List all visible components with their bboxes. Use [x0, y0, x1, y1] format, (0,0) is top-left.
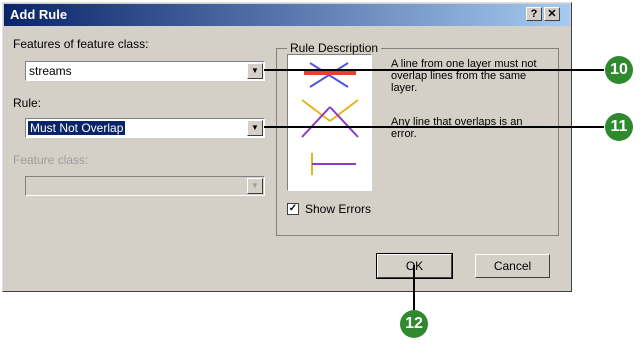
show-errors-label[interactable]: Show Errors [305, 202, 371, 216]
rule-preview-image [287, 54, 372, 191]
callout-12-badge: 12 [400, 310, 428, 338]
callout-10-badge: 10 [605, 56, 633, 84]
feature-class-dropdown[interactable]: streams ▼ [25, 61, 265, 81]
target-feature-class-label: Feature class: [13, 153, 89, 167]
title-bar[interactable]: Add Rule ? ✕ [4, 4, 570, 26]
rule-dropdown[interactable]: Must Not Overlap ▼ [25, 118, 265, 138]
description-text-1: A line from one layer must not overlap l… [391, 58, 537, 94]
close-button[interactable]: ✕ [544, 7, 560, 21]
feature-class-value: streams [29, 64, 72, 78]
callout-10-line [264, 69, 604, 71]
chevron-down-icon: ▼ [247, 178, 263, 194]
feature-class-label: Features of feature class: [13, 37, 149, 51]
description-text-2: Any line that overlaps is an error. [391, 116, 523, 140]
rule-label: Rule: [13, 96, 42, 110]
show-errors-checkbox[interactable]: ✓ [287, 203, 299, 215]
help-button[interactable]: ? [526, 7, 542, 21]
callout-11-badge: 11 [605, 113, 633, 141]
chevron-down-icon[interactable]: ▼ [247, 63, 263, 79]
rule-value: Must Not Overlap [28, 121, 126, 135]
target-feature-class-dropdown[interactable]: ▼ [25, 176, 265, 196]
callout-11-line [264, 126, 604, 128]
cancel-button[interactable]: Cancel [475, 254, 550, 278]
rule-description-legend: Rule Description [287, 41, 382, 55]
rule-illustration [301, 62, 359, 175]
dialog-title: Add Rule [10, 7, 68, 22]
add-rule-dialog: Add Rule ? ✕ Features of feature class: … [2, 2, 572, 292]
chevron-down-icon[interactable]: ▼ [247, 120, 263, 136]
callout-12-line [413, 265, 415, 310]
